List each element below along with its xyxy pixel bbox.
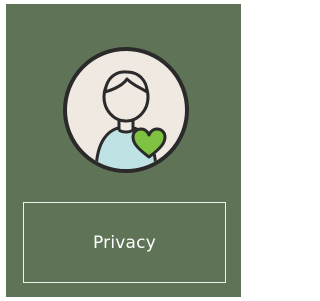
privacy-label: Privacy xyxy=(93,232,156,253)
privacy-button[interactable]: Privacy xyxy=(23,202,226,283)
page: Privacy xyxy=(0,0,247,301)
privacy-avatar xyxy=(63,47,189,173)
person-with-heart-icon xyxy=(94,70,167,169)
privacy-card[interactable]: Privacy xyxy=(6,4,241,297)
